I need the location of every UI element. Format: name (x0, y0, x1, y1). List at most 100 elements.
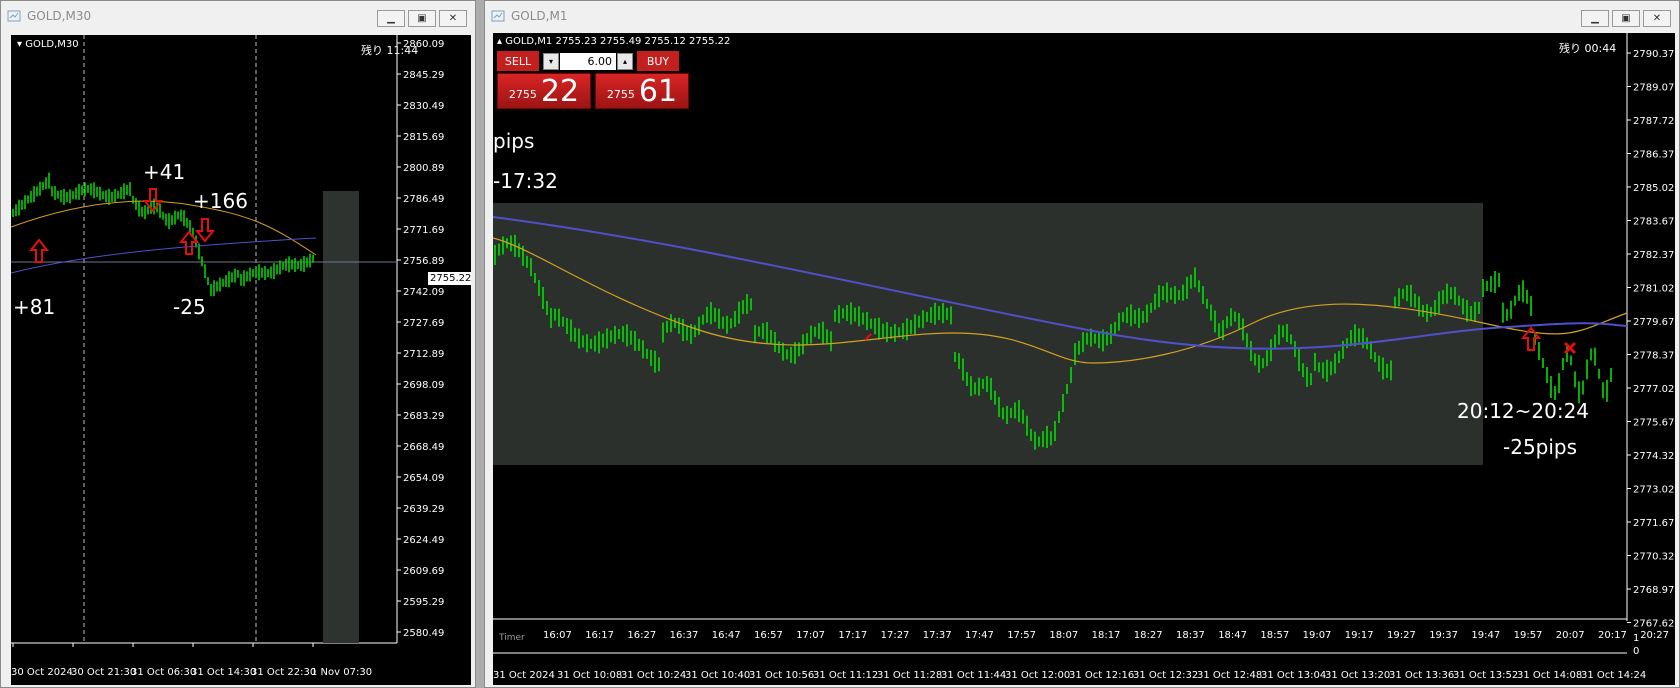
x-tick-label: 31 Oct 13:20 (1325, 670, 1390, 681)
y-tick-label: 2786.37 (1633, 150, 1674, 161)
timer-tick-label: 16:57 (754, 630, 783, 641)
y-tick-label: 2624.49 (403, 535, 444, 546)
timer-tick-label: 19:07 (1303, 630, 1332, 641)
timer-tick-label: 20:17 (1598, 630, 1627, 641)
y-tick-label: 2639.29 (403, 504, 444, 515)
future-shade (323, 191, 359, 643)
left-window-title: GOLD,M30 (27, 9, 92, 23)
x-tick-label: 31 Oct 14:24 (1581, 670, 1646, 681)
y-tick-label: 2786.49 (403, 194, 444, 205)
y-tick-label: 2668.49 (403, 442, 444, 453)
y-tick-label: 2712.89 (403, 349, 444, 360)
x-tick-label: 31 Oct 06:30 (131, 667, 196, 678)
close-button[interactable]: ✕ (439, 10, 467, 27)
sell-price-prefix: 2755 (508, 88, 537, 101)
timer-tick-label: 18:57 (1260, 630, 1289, 641)
timer-tick-label: 16:37 (670, 630, 699, 641)
moving-average-fast (11, 200, 317, 256)
y-tick-label: 2789.07 (1633, 83, 1674, 94)
timer-tick-label: 17:57 (1007, 630, 1036, 641)
timer-tick-label: 18:17 (1092, 630, 1121, 641)
timer-indicator-label: Timer (499, 633, 525, 643)
x-tick-label: 31 Oct 11:44 (941, 670, 1006, 681)
x-tick-label: 31 Oct 11:12 (813, 670, 878, 681)
buy-price-button[interactable]: 2755 61 (595, 73, 689, 109)
timer-tick-label: 19:57 (1514, 630, 1543, 641)
y-tick-label: 2777.02 (1633, 384, 1674, 395)
right-chart[interactable]: 2790.37 2789.07 2787.72 2786.37 2785.02 2783.… (493, 33, 1675, 685)
x-tick-label: 31 Oct 12:16 (1069, 670, 1134, 681)
lot-increase-icon[interactable]: ▴ (617, 53, 633, 70)
annotation-time-range: 20:12~20:24 (1457, 399, 1590, 423)
maximize-button[interactable]: ▣ (408, 10, 436, 27)
buy-button[interactable]: BUY (637, 51, 679, 71)
x-tick-label: 31 Oct 13:04 (1261, 670, 1326, 681)
chart-menu-triangle-icon[interactable]: ▾ (17, 39, 22, 50)
y-tick-label: 2781.02 (1633, 284, 1674, 295)
timer-tick-label: 16:27 (627, 630, 656, 641)
lot-decrease-icon[interactable]: ▾ (543, 53, 559, 70)
chart-window-icon (491, 10, 505, 22)
sell-button[interactable]: SELL (497, 51, 539, 71)
x-tick-label: 31 Oct 12:00 (1005, 670, 1070, 681)
y-tick-label: 2727.69 (403, 318, 444, 329)
annotation-pips: pips (493, 129, 535, 153)
left-chart[interactable]: 2860.09 2845.29 2830.49 2815.69 2800.89 2786.… (11, 35, 471, 685)
minimize-button[interactable]: ▁ (377, 10, 405, 27)
x-tick-label: 31 Oct 14:30 (191, 667, 256, 678)
timer-tick-label: 18:37 (1176, 630, 1205, 641)
lot-size-input[interactable]: 6.00 (560, 53, 616, 70)
annotation-plus-81: +81 (13, 295, 56, 319)
right-window-titlebar[interactable]: GOLD,M1 (485, 1, 1679, 31)
y-tick-label: 2774.32 (1633, 451, 1674, 462)
y-tick-label: 2778.37 (1633, 351, 1674, 362)
y-tick-label: 2800.89 (403, 163, 444, 174)
timer-tick-label: 20:27 (1640, 630, 1669, 641)
timer-tick-label: 16:17 (585, 630, 614, 641)
session-range-box (493, 203, 1483, 465)
y-tick-label: 2767.62 (1633, 619, 1674, 630)
y-tick-label: 2787.72 (1633, 116, 1674, 127)
x-tick-label: 31 Oct 10:08 (557, 670, 622, 681)
y-tick-label: 2770.32 (1633, 552, 1674, 563)
x-tick-label: 31 Oct 13:36 (1389, 670, 1454, 681)
x-tick-label: 30 Oct 2024 (11, 667, 73, 678)
y-tick-label: 2756.89 (403, 256, 444, 267)
minimize-button[interactable]: ▁ (1581, 10, 1609, 27)
buy-price-pips: 61 (638, 74, 678, 109)
y-tick-label: 2768.97 (1633, 585, 1674, 596)
sell-price-pips: 22 (540, 74, 580, 109)
annotation-time-left: -17:32 (493, 169, 558, 193)
x-tick-label: 30 Oct 21:30 (71, 667, 136, 678)
one-click-trading-panel: SELL ▾ 6.00 ▴ BUY 2755 22 2755 61 (497, 51, 691, 109)
timer-tick-label: 17:37 (923, 630, 952, 641)
timer-tick-label: 19:47 (1471, 630, 1500, 641)
y-tick-label: 2609.69 (403, 566, 444, 577)
close-button[interactable]: ✕ (1643, 10, 1671, 27)
right-chart-canvas: 2790.37 2789.07 2787.72 2786.37 2785.02 2783.… (493, 33, 1674, 681)
left-chart-label: GOLD,M30 (25, 39, 79, 50)
y-tick-label: 2771.69 (403, 225, 444, 236)
chart-menu-triangle-icon[interactable]: ▴ (497, 36, 502, 47)
y-tick-label: 2785.02 (1633, 183, 1674, 194)
chart-window-icon (7, 10, 21, 22)
right-window-title: GOLD,M1 (511, 9, 568, 23)
x-tick-label: 31 Oct 13:52 (1453, 670, 1518, 681)
timer-tick-label: 18:07 (1049, 630, 1078, 641)
x-tick-label: 31 Oct 2024 (493, 670, 555, 681)
timer-tick-label: 16:47 (712, 630, 741, 641)
y-tick-label: 2845.29 (403, 70, 444, 81)
y-tick-label: 2595.29 (403, 597, 444, 608)
timer-tick-label: 17:27 (881, 630, 910, 641)
sell-price-button[interactable]: 2755 22 (497, 73, 591, 109)
y-tick-label: 2815.69 (403, 132, 444, 143)
timer-tick-label: 20:07 (1556, 630, 1585, 641)
timer-tick-label: 17:17 (838, 630, 867, 641)
annotation-plus-166: +166 (193, 189, 248, 213)
x-tick-label: 31 Oct 22:30 (251, 667, 316, 678)
y-tick-label: 2771.67 (1633, 518, 1674, 529)
y-tick-label: 2783.67 (1633, 217, 1674, 228)
y-tick-label: 2580.49 (403, 628, 444, 639)
timer-axis-label: 0 (1633, 646, 1639, 657)
maximize-button[interactable]: ▣ (1612, 10, 1640, 27)
